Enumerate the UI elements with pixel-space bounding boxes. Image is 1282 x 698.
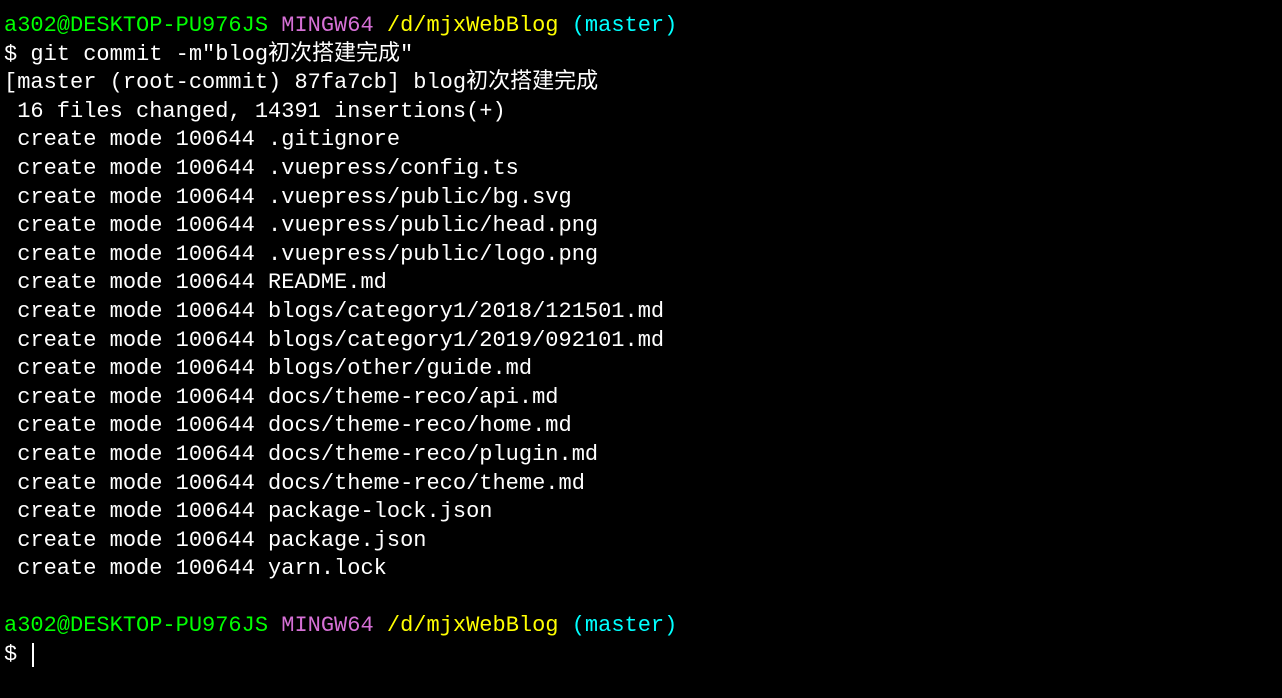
- created-file-line: create mode 100644 docs/theme-reco/theme…: [4, 470, 1278, 499]
- created-file-line: create mode 100644 blogs/category1/2019/…: [4, 327, 1278, 356]
- branch-label: (master): [572, 13, 678, 38]
- user-host: a302@DESKTOP-PU976JS: [4, 13, 268, 38]
- created-file-line: create mode 100644 .vuepress/config.ts: [4, 155, 1278, 184]
- changes-summary-line: 16 files changed, 14391 insertions(+): [4, 98, 1278, 127]
- env-label: MINGW64: [281, 613, 373, 638]
- created-file-line: create mode 100644 yarn.lock: [4, 555, 1278, 584]
- commit-result-line: [master (root-commit) 87fa7cb] blog初次搭建完…: [4, 69, 1278, 98]
- created-file-line: create mode 100644 blogs/other/guide.md: [4, 355, 1278, 384]
- branch-label: (master): [572, 613, 678, 638]
- created-file-line: create mode 100644 blogs/category1/2018/…: [4, 298, 1278, 327]
- cwd-path: /d/mjxWebBlog: [387, 13, 559, 38]
- created-file-line: create mode 100644 docs/theme-reco/api.m…: [4, 384, 1278, 413]
- blank-line: [4, 584, 1278, 613]
- command-line: $ git commit -m"blog初次搭建完成": [4, 41, 1278, 70]
- created-file-line: create mode 100644 docs/theme-reco/plugi…: [4, 441, 1278, 470]
- created-file-line: create mode 100644 .vuepress/public/logo…: [4, 241, 1278, 270]
- env-label: MINGW64: [281, 13, 373, 38]
- cursor-icon: [32, 643, 34, 667]
- prompt-symbol: $: [4, 642, 30, 667]
- active-prompt-line[interactable]: $: [4, 641, 1278, 670]
- cwd-path: /d/mjxWebBlog: [387, 613, 559, 638]
- created-file-line: create mode 100644 .vuepress/public/head…: [4, 212, 1278, 241]
- created-file-line: create mode 100644 package.json: [4, 527, 1278, 556]
- user-host: a302@DESKTOP-PU976JS: [4, 613, 268, 638]
- created-file-line: create mode 100644 package-lock.json: [4, 498, 1278, 527]
- prompt-line-1: a302@DESKTOP-PU976JS MINGW64 /d/mjxWebBl…: [4, 12, 1278, 41]
- created-file-line: create mode 100644 .gitignore: [4, 126, 1278, 155]
- created-file-line: create mode 100644 .vuepress/public/bg.s…: [4, 184, 1278, 213]
- prompt-line-2: a302@DESKTOP-PU976JS MINGW64 /d/mjxWebBl…: [4, 612, 1278, 641]
- created-file-line: create mode 100644 README.md: [4, 269, 1278, 298]
- created-file-line: create mode 100644 docs/theme-reco/home.…: [4, 412, 1278, 441]
- created-files-list: create mode 100644 .gitignore create mod…: [4, 126, 1278, 584]
- terminal-window[interactable]: a302@DESKTOP-PU976JS MINGW64 /d/mjxWebBl…: [4, 12, 1278, 670]
